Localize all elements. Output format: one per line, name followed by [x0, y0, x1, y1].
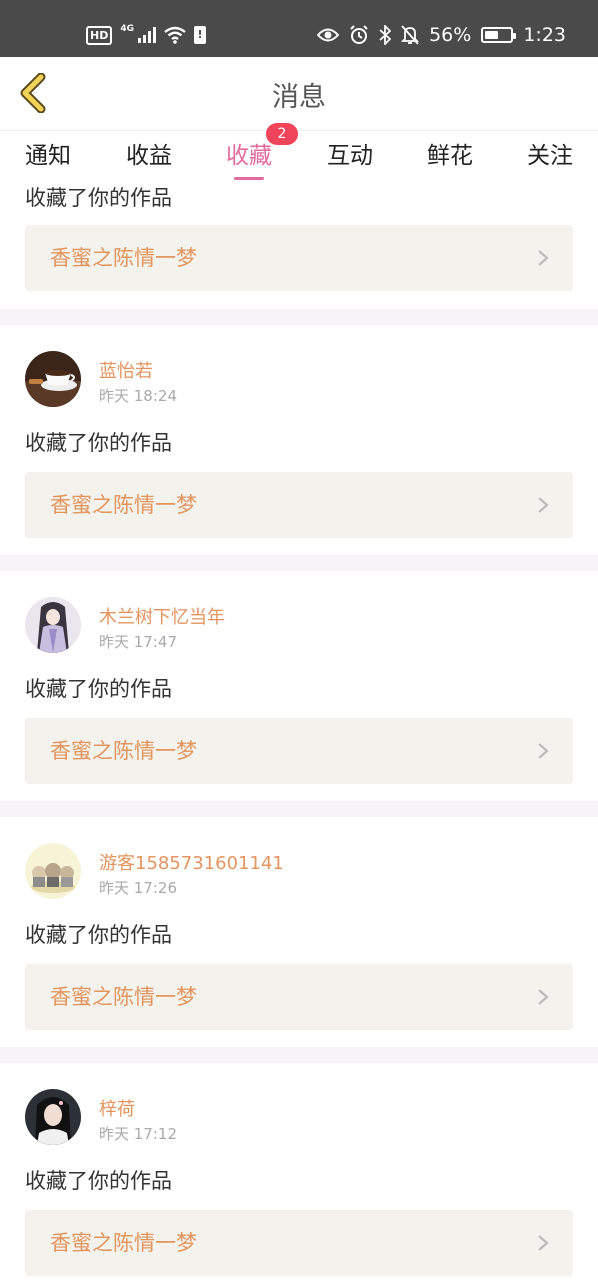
- user-avatar[interactable]: [25, 597, 81, 653]
- battery-icon: [481, 27, 517, 43]
- status-left-icons: HD 4G !: [86, 20, 206, 50]
- active-tab-indicator: [234, 177, 264, 180]
- ancient-lady-avatar-icon: [25, 597, 81, 653]
- status-bar: HD 4G ! 56% 1:23: [0, 0, 598, 57]
- username[interactable]: 木兰树下忆当年: [99, 603, 225, 629]
- tab-label: 收益: [126, 143, 172, 169]
- unread-badge: 2: [266, 123, 298, 145]
- tab-follows[interactable]: 关注: [500, 131, 598, 185]
- tab-notifications[interactable]: 通知: [0, 131, 98, 185]
- tab-label: 通知: [25, 143, 71, 169]
- portrait-avatar-icon: [25, 1089, 81, 1145]
- divider: [0, 309, 598, 325]
- message-card: 木兰树下忆当年 昨天 17:47 收藏了你的作品 香蜜之陈情一梦: [0, 571, 598, 801]
- tab-label: 互动: [327, 143, 373, 169]
- action-text: 收藏了你的作品: [25, 923, 172, 947]
- timestamp: 昨天 17:47: [99, 633, 177, 651]
- work-link[interactable]: 香蜜之陈情一梦: [25, 718, 573, 784]
- message-card: 蓝怡若 昨天 18:24 收藏了你的作品 香蜜之陈情一梦: [0, 325, 598, 555]
- cartoon-group-avatar-icon: [25, 843, 81, 899]
- user-avatar[interactable]: [25, 1089, 81, 1145]
- work-title: 香蜜之陈情一梦: [50, 985, 197, 1009]
- work-link[interactable]: 香蜜之陈情一梦: [25, 225, 573, 291]
- tab-label: 关注: [527, 143, 573, 169]
- mute-bell-icon: [401, 25, 420, 45]
- coffee-cup-avatar-icon: [25, 351, 81, 407]
- message-card: 梓荷 昨天 17:12 收藏了你的作品 香蜜之陈情一梦: [0, 1063, 598, 1280]
- page-title: 消息: [272, 82, 326, 113]
- tab-earnings[interactable]: 收益: [99, 131, 199, 185]
- tab-interactions[interactable]: 互动: [300, 131, 400, 185]
- message-list[interactable]: 收藏了你的作品 香蜜之陈情一梦 蓝怡若 昨天 18:24 收藏了你的作品 香蜜之…: [0, 184, 598, 1280]
- divider: [0, 1047, 598, 1063]
- action-text: 收藏了你的作品: [25, 1169, 172, 1193]
- action-text: 收藏了你的作品: [25, 431, 172, 455]
- user-avatar[interactable]: [25, 843, 81, 899]
- tab-label: 鲜花: [427, 143, 473, 169]
- work-title: 香蜜之陈情一梦: [50, 1231, 197, 1255]
- hd-icon: HD: [86, 25, 113, 45]
- username[interactable]: 梓荷: [99, 1095, 135, 1121]
- message-card: 游客1585731601141 昨天 17:26 收藏了你的作品 香蜜之陈情一梦: [0, 817, 598, 1047]
- work-title: 香蜜之陈情一梦: [50, 739, 197, 763]
- work-link[interactable]: 香蜜之陈情一梦: [25, 964, 573, 1030]
- work-link[interactable]: 香蜜之陈情一梦: [25, 1210, 573, 1276]
- chevron-right-icon: [538, 743, 549, 759]
- work-title: 香蜜之陈情一梦: [50, 493, 197, 517]
- header: 消息: [0, 57, 598, 130]
- eye-icon: [317, 28, 340, 42]
- action-text: 收藏了你的作品: [25, 677, 172, 701]
- battery-percent: 56%: [429, 24, 472, 46]
- username[interactable]: 游客1585731601141: [99, 849, 284, 875]
- battery-level: [485, 31, 499, 39]
- status-right-icons: 56% 1:23: [317, 20, 566, 50]
- cell-signal-icon: [138, 27, 156, 43]
- wifi-icon: [164, 26, 186, 44]
- bluetooth-icon: [379, 25, 392, 45]
- chevron-right-icon: [538, 989, 549, 1005]
- tab-label: 收藏: [226, 143, 272, 169]
- divider: [0, 801, 598, 817]
- timestamp: 昨天 17:12: [99, 1125, 177, 1143]
- username[interactable]: 蓝怡若: [99, 357, 153, 383]
- action-text: 收藏了你的作品: [25, 186, 172, 210]
- timestamp: 昨天 17:26: [99, 879, 177, 897]
- divider: [0, 555, 598, 571]
- battery-alert-icon: !: [194, 26, 206, 44]
- clock: 1:23: [523, 24, 566, 46]
- user-avatar[interactable]: [25, 351, 81, 407]
- message-card: 收藏了你的作品 香蜜之陈情一梦: [0, 184, 598, 309]
- network-type: 4G: [120, 24, 134, 34]
- alarm-icon: [350, 25, 368, 44]
- timestamp: 昨天 18:24: [99, 387, 177, 405]
- chevron-right-icon: [538, 1235, 549, 1251]
- tab-bar: 通知 收益 收藏 互动 鲜花 关注 2: [0, 123, 598, 185]
- tab-flowers[interactable]: 鲜花: [400, 131, 500, 185]
- work-link[interactable]: 香蜜之陈情一梦: [25, 472, 573, 538]
- chevron-right-icon: [538, 497, 549, 513]
- work-title: 香蜜之陈情一梦: [50, 246, 197, 270]
- chevron-right-icon: [538, 250, 549, 266]
